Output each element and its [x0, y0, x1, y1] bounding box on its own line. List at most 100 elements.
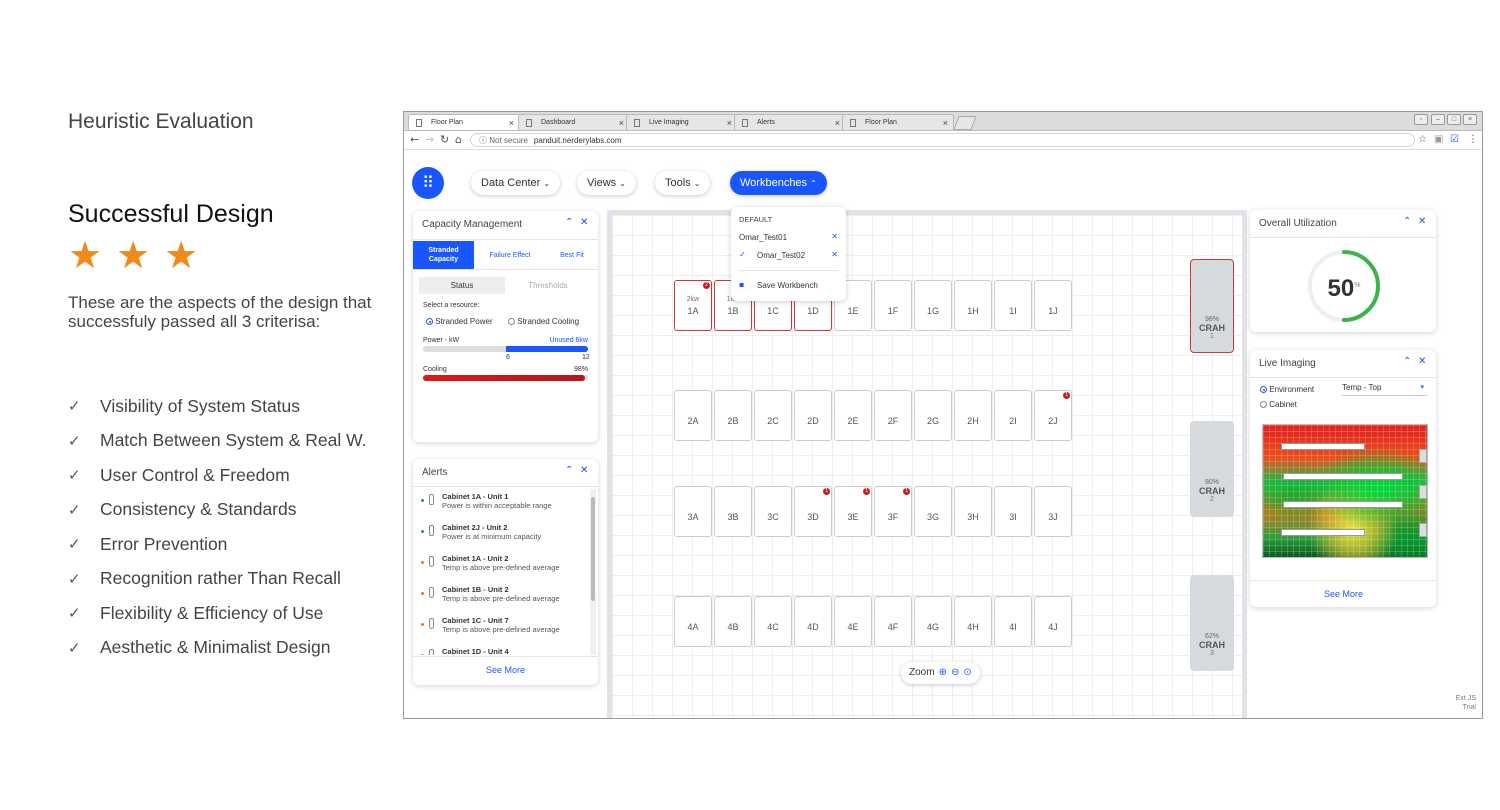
cabinet-2f[interactable]: 2F — [874, 390, 912, 441]
cabinet-3g[interactable]: 3G — [914, 486, 952, 537]
close-icon[interactable]: ✕ — [1418, 356, 1426, 367]
forward-icon[interactable]: → — [425, 133, 434, 147]
zoom-reset-icon[interactable]: ⊙ — [963, 667, 971, 678]
close-icon[interactable]: × — [509, 115, 514, 131]
cabinet-2i[interactable]: 2I — [994, 390, 1032, 441]
profile-icon[interactable]: ◦ — [1414, 114, 1428, 125]
data-center-menu[interactable]: Data Center ⌄ — [471, 171, 561, 195]
close-icon[interactable]: × — [943, 115, 948, 131]
cabinet-4a[interactable]: 4A — [674, 596, 712, 647]
cabinet-4h[interactable]: 4H — [954, 596, 992, 647]
cabinet-1g[interactable]: 1G — [914, 280, 952, 331]
cabinet-2e[interactable]: 2E — [834, 390, 872, 441]
crah-unit-3[interactable]: 62% CRAH 3 — [1190, 575, 1234, 671]
cabinet-3d[interactable]: 3D 1 — [794, 486, 832, 537]
scrollbar[interactable] — [590, 489, 596, 655]
extension-icon[interactable]: ▣ — [1434, 134, 1443, 146]
workbench-item-selected[interactable]: ✓ Omar_Test02 ✕ — [731, 247, 846, 263]
alert-item[interactable]: Cabinet 1A - Unit 1 Power is within accep… — [421, 491, 591, 521]
collapse-icon[interactable]: ⌃ — [1403, 356, 1411, 367]
cabinet-3e[interactable]: 3E 1 — [834, 486, 872, 537]
zoom-out-icon[interactable]: ⊖ — [951, 667, 959, 678]
workbenches-menu[interactable]: Workbenches ⌃ — [730, 171, 827, 195]
cabinet-4i[interactable]: 4I — [994, 596, 1032, 647]
cabinet-2c[interactable]: 2C — [754, 390, 792, 441]
alert-item[interactable]: Cabinet 1A - Unit 2 Temp is above pre-def… — [421, 553, 591, 583]
back-icon[interactable]: ← — [410, 133, 419, 147]
cabinet-3i[interactable]: 3I — [994, 486, 1032, 537]
cabinet-3f[interactable]: 3F 1 — [874, 486, 912, 537]
save-workbench-button[interactable]: ▪ Save Workbench — [731, 277, 846, 293]
browser-tab-floor-plan[interactable]: Floor Plan × — [408, 114, 520, 130]
browser-tab-alerts[interactable]: Alerts × — [734, 114, 846, 130]
crah-unit-1[interactable]: 98% CRAH 1 — [1190, 259, 1234, 353]
cabinet-2j[interactable]: 2J 1 — [1034, 390, 1072, 441]
browser-tab-live-imaging[interactable]: Live Imaging × — [626, 114, 738, 130]
cabinet-3a[interactable]: 3A — [674, 486, 712, 537]
collapse-icon[interactable]: ⌃ — [1403, 216, 1411, 227]
checklist-icon[interactable]: ☑ — [1450, 134, 1459, 146]
cabinet-4j[interactable]: 4J — [1034, 596, 1072, 647]
maximize-icon[interactable]: □ — [1447, 114, 1461, 125]
bookmark-star-icon[interactable]: ☆ — [1418, 134, 1427, 146]
cabinet-2h[interactable]: 2H — [954, 390, 992, 441]
cabinet-1i[interactable]: 1I — [994, 280, 1032, 331]
alert-item[interactable]: Cabinet 1D - Unit 4 — [421, 646, 591, 655]
tab-best-fit[interactable]: Best Fit — [547, 241, 597, 269]
app-menu-button[interactable]: ⠿ — [412, 167, 444, 199]
stranded-cooling-option[interactable]: Stranded Cooling — [508, 317, 579, 326]
cabinet-1h[interactable]: 1H — [954, 280, 992, 331]
alert-item[interactable]: Cabinet 1C - Unit 7 Temp is above pre-def… — [421, 615, 591, 645]
close-icon[interactable]: × — [727, 115, 732, 131]
tab-failure-effect[interactable]: Failure Effect — [479, 241, 541, 269]
see-more-link[interactable]: See More — [1324, 589, 1363, 599]
scrollbar-thumb[interactable] — [591, 497, 595, 601]
cabinet-option[interactable]: Cabinet — [1260, 400, 1297, 409]
alert-item[interactable]: Cabinet 1B - Unit 2 Temp is above pre-def… — [421, 584, 591, 614]
reload-icon[interactable]: ↻ — [440, 133, 449, 147]
cabinet-1j[interactable]: 1J — [1034, 280, 1072, 331]
close-icon[interactable]: × — [835, 115, 840, 131]
close-icon[interactable]: ✕ — [580, 217, 588, 228]
more-menu-icon[interactable]: ⋮ — [1468, 134, 1478, 146]
cabinet-3b[interactable]: 3B — [714, 486, 752, 537]
cabinet-4d[interactable]: 4D — [794, 596, 832, 647]
views-menu[interactable]: Views ⌄ — [577, 171, 636, 195]
alert-item[interactable]: Cabinet 2J - Unit 2 Power is at minimum c… — [421, 522, 591, 552]
collapse-icon[interactable]: ⌃ — [565, 465, 573, 476]
close-icon[interactable]: × — [619, 115, 624, 131]
home-icon[interactable]: ⌂ — [455, 133, 462, 147]
cabinet-2d[interactable]: 2D — [794, 390, 832, 441]
close-window-icon[interactable]: × — [1463, 114, 1477, 125]
alert-list[interactable]: Cabinet 1A - Unit 1 Power is within accep… — [413, 489, 591, 655]
cabinet-2b[interactable]: 2B — [714, 390, 752, 441]
workbench-item[interactable]: Omar_Test01 ✕ — [731, 229, 846, 245]
tab-stranded-capacity[interactable]: Stranded Capacity — [413, 241, 474, 269]
cabinet-2a[interactable]: 2A — [674, 390, 712, 441]
cabinet-4g[interactable]: 4G — [914, 596, 952, 647]
url-field[interactable]: ⓘ Not secure panduit.nerderylabs.com — [470, 133, 1415, 147]
browser-tab-floor-plan-2[interactable]: Floor Plan × — [842, 114, 954, 130]
close-icon[interactable]: ✕ — [1418, 216, 1426, 227]
stranded-power-option[interactable]: Stranded Power — [426, 317, 493, 326]
close-icon[interactable]: ✕ — [580, 465, 588, 476]
segment-thresholds[interactable]: Thresholds — [505, 277, 591, 294]
view-select[interactable]: Temp - Top ▾ — [1342, 383, 1428, 396]
minimize-icon[interactable]: – — [1431, 114, 1445, 125]
remove-icon[interactable]: ✕ — [831, 232, 838, 241]
segment-status[interactable]: Status — [419, 277, 505, 294]
cabinet-4e[interactable]: 4E — [834, 596, 872, 647]
cabinet-3c[interactable]: 3C — [754, 486, 792, 537]
cabinet-4c[interactable]: 4C — [754, 596, 792, 647]
remove-icon[interactable]: ✕ — [831, 250, 838, 259]
new-tab-button[interactable] — [953, 116, 977, 130]
environment-option[interactable]: Environment — [1260, 385, 1314, 394]
crah-unit-2[interactable]: 80% CRAH 2 — [1190, 421, 1234, 517]
tools-menu[interactable]: Tools ⌄ — [655, 171, 711, 195]
cabinet-4f[interactable]: 4F — [874, 596, 912, 647]
cabinet-3j[interactable]: 3J — [1034, 486, 1072, 537]
see-more-link[interactable]: See More — [486, 665, 525, 675]
cabinet-1a[interactable]: 2kw 1A 2 — [674, 280, 712, 331]
cabinet-3h[interactable]: 3H — [954, 486, 992, 537]
cabinet-2g[interactable]: 2G — [914, 390, 952, 441]
